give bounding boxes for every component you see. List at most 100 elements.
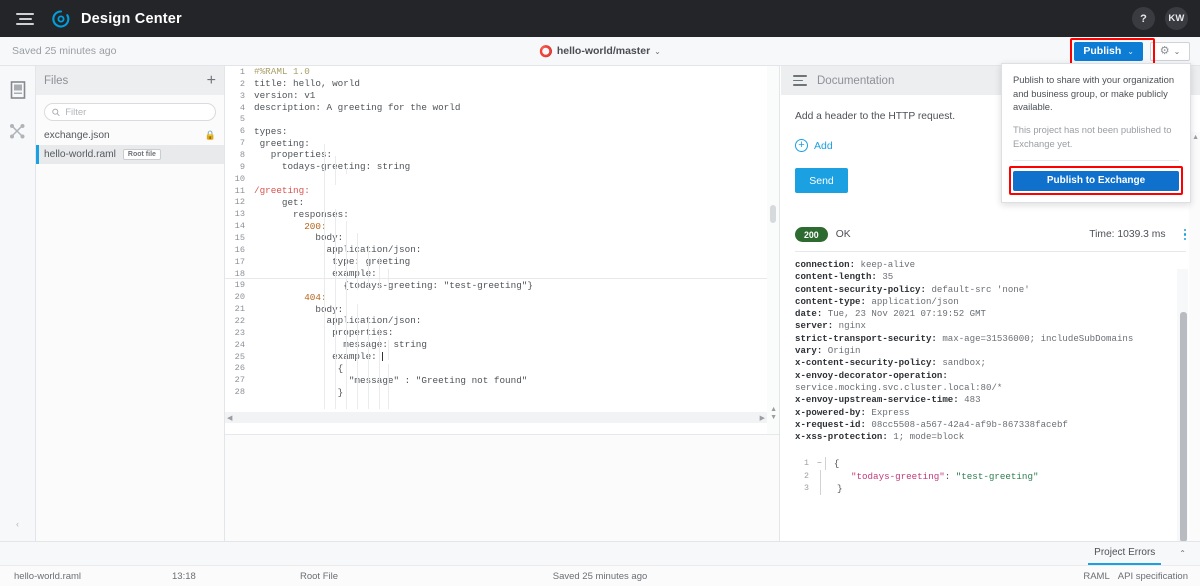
code-line: 11/greeting: — [225, 185, 767, 197]
filter-input[interactable] — [65, 106, 208, 118]
scroll-right-icon[interactable]: ▶ — [760, 414, 765, 422]
code-text: #%RAML 1.0 — [254, 66, 310, 78]
branch-icon: ⭕ — [539, 45, 553, 58]
status-file-role: Root File — [300, 570, 339, 582]
file-name: exchange.json — [44, 130, 110, 141]
code-lines-container: 1 #%RAML 1.0 2 title: hello, world 3 version:… — [225, 66, 767, 409]
divider — [795, 251, 1186, 252]
header-value: 1; mode=block — [893, 431, 965, 443]
status-bar: hello-world.raml 13:18 Root File Saved 2… — [0, 565, 1200, 586]
more-options-icon[interactable] — [1183, 228, 1186, 241]
code-line: 7 greeting: — [225, 137, 767, 149]
line-number: 3 — [239, 90, 245, 101]
code-text: "message" : "Greeting not found" — [254, 374, 528, 386]
publish-dropdown-description: Publish to share with your organization … — [1013, 74, 1175, 113]
code-text: application/json: — [254, 244, 422, 256]
saved-status-text: Saved 25 minutes ago — [12, 45, 117, 57]
hamburger-menu-icon[interactable] — [8, 12, 42, 25]
line-number: 24 — [234, 339, 245, 350]
code-line: 17 type: greeting — [225, 256, 767, 268]
header-key: server: — [795, 320, 839, 332]
fold-icon[interactable]: − — [817, 459, 822, 468]
list-item[interactable]: hello-world.raml Root file — [36, 145, 224, 164]
add-header-label: Add — [814, 139, 833, 152]
header-key: content-security-policy: — [795, 283, 932, 295]
code-editor[interactable]: 1 #%RAML 1.0 2 title: hello, world 3 version:… — [225, 66, 780, 541]
plus-circle-icon: + — [795, 139, 808, 152]
line-number: 4 — [239, 102, 245, 113]
list-item[interactable]: exchange.json 🔒 — [36, 126, 224, 145]
collapse-sidebar-icon[interactable]: ‹ — [16, 519, 19, 529]
scroll-down-icon[interactable]: ▼ — [770, 414, 777, 421]
code-text: todays-greeting: string — [254, 161, 411, 173]
panel-menu-icon[interactable] — [793, 75, 807, 86]
line-number: 22 — [234, 315, 245, 326]
code-text: } — [254, 386, 344, 398]
code-text: type: greeting — [254, 256, 411, 268]
response-header-row: content-security-policy: default-src 'no… — [795, 284, 1186, 296]
documentation-panel-title: Documentation — [817, 74, 895, 87]
gutter — [820, 469, 821, 483]
toolbar-actions: Publish ⌄ ⚙ ⌄ — [1070, 37, 1190, 65]
code-text: types: — [254, 125, 288, 137]
chevron-up-icon[interactable]: ⌃ — [1179, 549, 1186, 558]
file-name: hello-world.raml — [44, 149, 116, 160]
settings-button[interactable]: ⚙ ⌄ — [1150, 41, 1190, 61]
search-icon — [52, 108, 60, 116]
avatar[interactable]: KW — [1165, 7, 1188, 30]
code-line: 23 properties: — [225, 327, 767, 339]
response-header-row: date: Tue, 23 Nov 2021 07:19:52 GMT — [795, 308, 1186, 320]
header-key: connection: — [795, 259, 861, 270]
code-line: 3 version: v1 — [225, 90, 767, 102]
editor-horizontal-scrollbar[interactable]: ◀ ▶ — [225, 412, 767, 423]
scroll-up-icon[interactable]: ▲ — [770, 406, 777, 413]
code-highlight-line — [225, 278, 767, 279]
scrollbar-thumb[interactable] — [1180, 312, 1187, 542]
response-time-label: Time: 1039.3 ms — [1089, 229, 1166, 240]
header-value: default-src 'none' — [931, 283, 1030, 295]
files-panel-title: Files — [44, 74, 69, 87]
header-key: x-envoy-upstream-service-time: — [795, 394, 965, 406]
code-line: 4 description: A greeting for the world — [225, 102, 767, 114]
chevron-down-icon: ⌄ — [654, 46, 661, 56]
publish-button[interactable]: Publish ⌄ — [1074, 41, 1143, 61]
filter-box[interactable] — [44, 103, 216, 121]
line-number: 20 — [234, 292, 245, 303]
json-text: "todays-greeting": "test-greeting" — [829, 471, 1038, 482]
code-text: 404: — [254, 291, 327, 303]
code-line: 25 example: — [225, 351, 767, 363]
code-text: example: — [254, 351, 383, 363]
code-line: 14 200: — [225, 220, 767, 232]
left-icon-rail: ‹ — [0, 66, 36, 541]
code-text: greeting: — [254, 137, 310, 149]
sidebar-item-mocking-service[interactable] — [6, 119, 30, 143]
scroll-left-icon[interactable]: ◀ — [227, 414, 232, 422]
line-number: 17 — [234, 256, 245, 267]
header-value: 35 — [882, 271, 894, 283]
add-file-icon[interactable]: + — [207, 72, 216, 89]
header-key: content-type: — [795, 295, 872, 307]
header-value: application/json — [871, 295, 959, 307]
code-text: {todays-greeting: "test-greeting"} — [254, 279, 533, 291]
response-header-row: server: nginx — [795, 320, 1186, 332]
code-line: 12 get: — [225, 196, 767, 208]
scrollbar-thumb[interactable] — [770, 205, 776, 223]
line-number: 10 — [234, 173, 245, 184]
code-text: properties: — [254, 149, 333, 161]
editor-vertical-scrollbar[interactable] — [767, 66, 779, 434]
send-button[interactable]: Send — [795, 168, 848, 193]
code-line: 27 "message" : "Greeting not found" — [225, 374, 767, 386]
branch-selector[interactable]: ⭕ hello-world/master ⌄ — [539, 45, 661, 58]
tab-project-errors[interactable]: Project Errors — [1088, 542, 1162, 565]
scroll-up-icon[interactable]: ▲ — [1192, 134, 1199, 141]
help-icon[interactable]: ? — [1132, 7, 1155, 30]
sidebar-item-project-files[interactable] — [6, 78, 30, 102]
line-number: 23 — [234, 327, 245, 338]
response-header-row: x-request-id: 08cc5508-a567-42a4-af9b-86… — [795, 419, 1186, 431]
line-number: 19 — [234, 280, 245, 291]
code-line: 6 types: — [225, 125, 767, 137]
header-value: Origin — [827, 345, 861, 357]
line-number: 25 — [234, 351, 245, 362]
publish-to-exchange-button[interactable]: Publish to Exchange — [1013, 170, 1179, 191]
header-key: strict-transport-security: — [795, 332, 943, 344]
